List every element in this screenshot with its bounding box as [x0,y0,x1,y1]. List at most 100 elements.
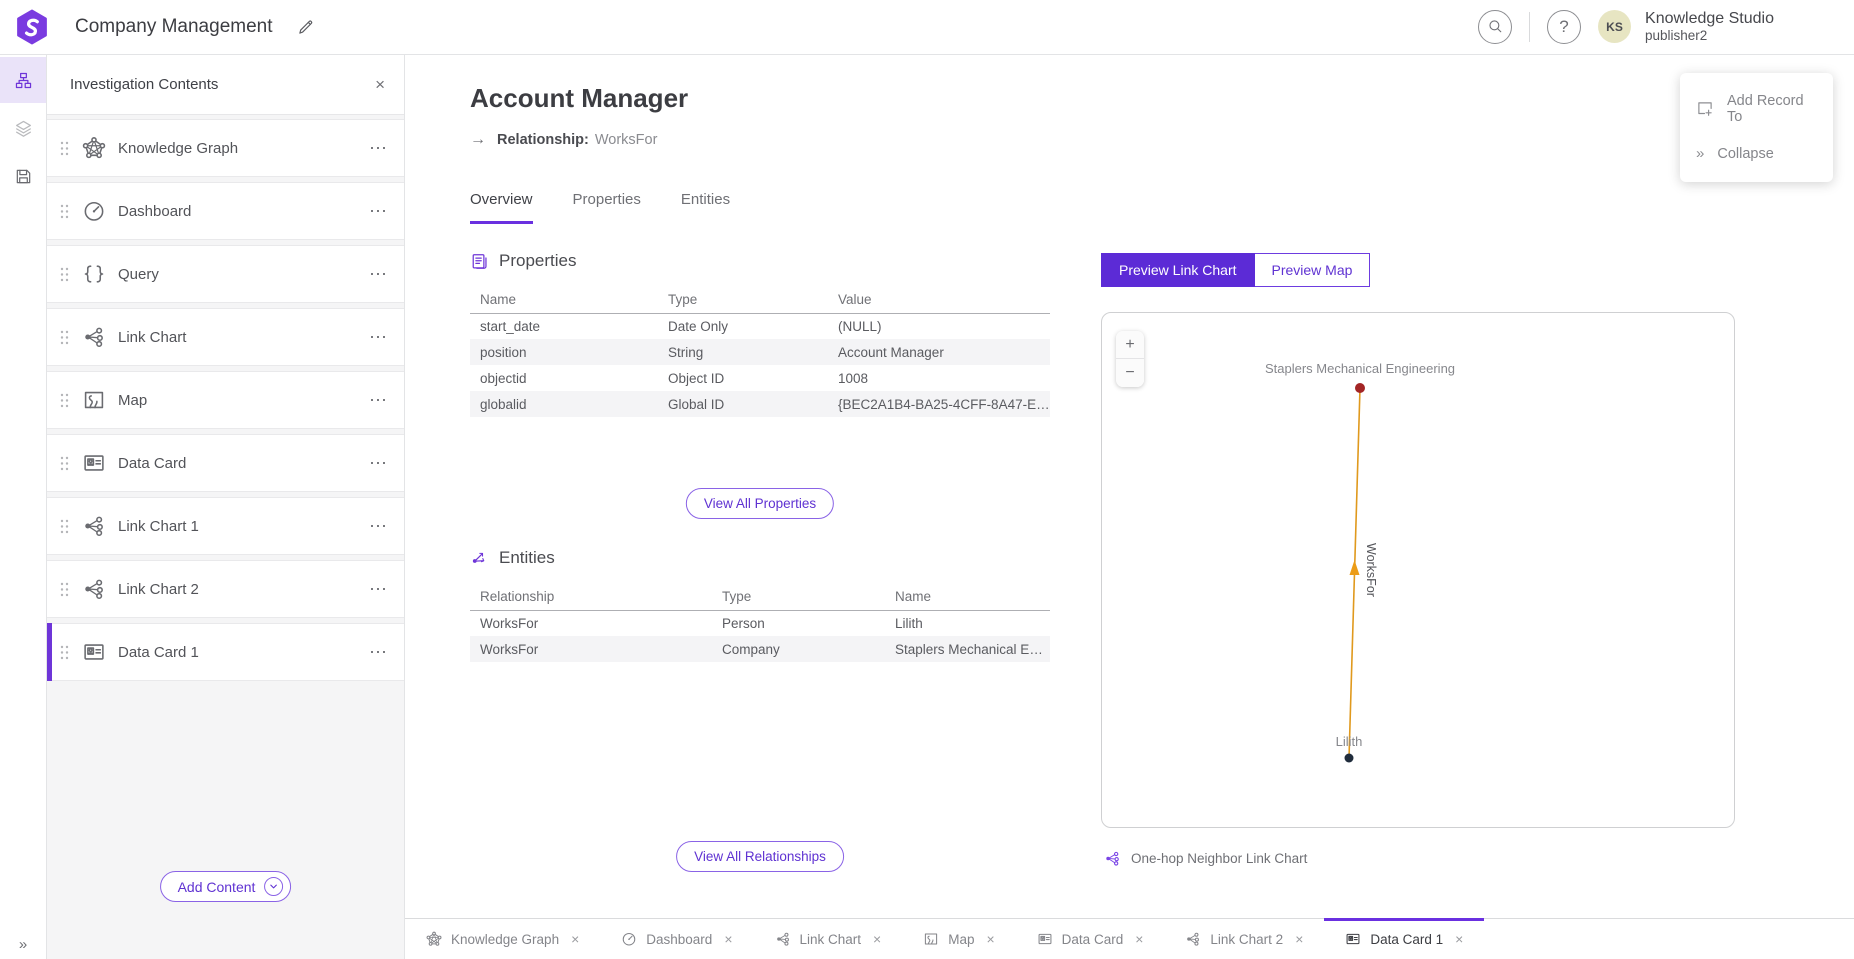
drag-handle-icon[interactable] [60,519,69,534]
tab-close-icon[interactable]: × [873,931,881,947]
add-content-button[interactable]: Add Content [160,871,292,902]
item-menu-button[interactable]: ⋯ [369,264,388,285]
item-menu-button[interactable]: ⋯ [369,201,388,222]
sidebar-item-query[interactable]: Query⋯ [47,245,404,303]
dashboard-icon [621,931,637,947]
close-panel-icon[interactable]: × [375,76,385,93]
sidebar-item-map[interactable]: Map⋯ [47,371,404,429]
entities-section-header: Entities [470,548,1050,568]
help-button[interactable]: ? [1547,10,1581,44]
user-name: Knowledge Studio [1645,10,1774,29]
drag-handle-icon[interactable] [60,582,69,597]
subtitle-label: Relationship: [497,132,589,148]
sidebar-item-data-card[interactable]: Data Card⋯ [47,434,404,492]
detail-tabs: Overview Properties Entities [470,191,730,224]
save-icon [14,167,33,186]
rail-investigation-contents-button[interactable] [0,57,46,103]
tab-close-icon[interactable]: × [1295,931,1303,947]
entities-table: RelationshipTypeName WorksForPersonLilit… [470,583,1050,662]
entities-title: Entities [499,548,555,568]
rail-layers-button[interactable] [0,105,46,151]
bottom-tab-dashboard[interactable]: Dashboard× [600,919,753,959]
bottom-tab-data-card[interactable]: Data Card× [1016,919,1165,959]
sidebar-item-knowledge-graph[interactable]: Knowledge Graph⋯ [47,119,404,177]
sidebar-item-link-chart-2[interactable]: Link Chart 2⋯ [47,560,404,618]
preview-map-button[interactable]: Preview Map [1255,253,1371,287]
sidebar-item-link-chart-1[interactable]: Link Chart 1⋯ [47,497,404,555]
entities-icon [470,549,489,568]
sidebar-item-data-card-1[interactable]: Data Card 1⋯ [47,623,404,681]
properties-section: Properties NameTypeValue start_dateDate … [470,251,1050,417]
tab-properties[interactable]: Properties [573,191,641,224]
link-chart-canvas[interactable] [1102,313,1734,827]
topbar-actions: ? KS Knowledge Studio publisher2 [1478,10,1774,45]
chevron-down-icon [264,877,283,896]
left-icon-rail: » [0,55,47,959]
entity-row-staplers-mechanical-eng-: WorksForCompanyStaplers Mechanical Eng..… [470,636,1050,662]
drag-handle-icon[interactable] [60,204,69,219]
tab-close-icon[interactable]: × [986,931,994,947]
map-icon [923,931,939,947]
drag-handle-icon[interactable] [60,141,69,156]
properties-icon [470,252,489,271]
column-header-type: Type [658,286,828,313]
view-all-relationships-button[interactable]: View All Relationships [676,841,844,872]
item-menu-button[interactable]: ⋯ [369,327,388,348]
company-node-label[interactable]: Staplers Mechanical Engineering [1265,361,1455,376]
bottom-tab-map[interactable]: Map× [902,919,1015,959]
item-menu-button[interactable]: ⋯ [369,453,388,474]
item-menu-button[interactable]: ⋯ [369,642,388,663]
rail-save-button[interactable] [0,153,46,199]
tab-close-icon[interactable]: × [1135,931,1143,947]
item-menu-button[interactable]: ⋯ [369,579,388,600]
user-role: publisher2 [1645,28,1774,44]
bottom-tab-knowledge-graph[interactable]: Knowledge Graph× [405,919,600,959]
topbar-divider [1529,12,1530,42]
tab-entities[interactable]: Entities [681,191,730,224]
edge-label[interactable]: WorksFor [1364,543,1378,597]
link-chart-preview: + − Staplers Mechanical Engineering Work… [1101,312,1735,828]
drag-handle-icon[interactable] [60,267,69,282]
drag-handle-icon[interactable] [60,330,69,345]
chart-caption: One-hop Neighbor Link Chart [1104,850,1307,867]
entity-row-lilith: WorksForPersonLilith [470,610,1050,636]
view-all-properties-button[interactable]: View All Properties [686,488,834,519]
expand-panel-button[interactable]: » [0,936,46,953]
column-header-value: Value [828,286,1050,313]
double-chevron-right-icon: » [19,936,27,953]
item-menu-button[interactable]: ⋯ [369,516,388,537]
add-content-label: Add Content [178,879,256,895]
bottom-tab-link-chart-2[interactable]: Link Chart 2× [1164,919,1324,959]
column-header-name: Name [885,583,1050,610]
entity-link[interactable]: Staplers Mechanical Eng... [885,636,1050,662]
person-node-label[interactable]: Lilith [1336,734,1363,749]
bottom-tab-bar: Knowledge Graph×Dashboard×Link Chart×Map… [405,918,1854,959]
preview-column: Preview Link ChartPreview Map + − Staple… [1101,55,1735,918]
preview-link-chart-button[interactable]: Preview Link Chart [1101,253,1255,287]
bottom-tab-link-chart[interactable]: Link Chart× [754,919,903,959]
drag-handle-icon[interactable] [60,456,69,471]
properties-section-header: Properties [470,251,1050,271]
sidebar-item-dashboard[interactable]: Dashboard⋯ [47,182,404,240]
panel-title: Investigation Contents [70,76,375,93]
drag-handle-icon[interactable] [60,393,69,408]
avatar[interactable]: KS [1598,10,1631,43]
edit-title-pencil-icon[interactable] [297,18,315,36]
bottom-tab-data-card-1[interactable]: Data Card 1× [1324,919,1484,959]
menu-item-collapse[interactable]: »Collapse [1680,135,1833,172]
link-chart-icon [82,514,106,538]
top-bar: Company Management ? KS Knowledge Studio… [0,0,1854,55]
tab-close-icon[interactable]: × [724,931,732,947]
tab-close-icon[interactable]: × [1455,931,1463,947]
item-menu-button[interactable]: ⋯ [369,390,388,411]
sidebar-item-link-chart[interactable]: Link Chart⋯ [47,308,404,366]
property-row-start-date: start_dateDate Only(NULL) [470,313,1050,339]
drag-handle-icon[interactable] [60,645,69,660]
entity-link[interactable]: Lilith [885,610,1050,636]
item-menu-button[interactable]: ⋯ [369,138,388,159]
investigation-contents-panel: Investigation Contents × Knowledge Graph… [47,55,405,959]
tab-close-icon[interactable]: × [571,931,579,947]
search-button[interactable] [1478,10,1512,44]
tab-overview[interactable]: Overview [470,191,533,224]
menu-item-add-record-to[interactable]: Add Record To [1680,83,1833,135]
